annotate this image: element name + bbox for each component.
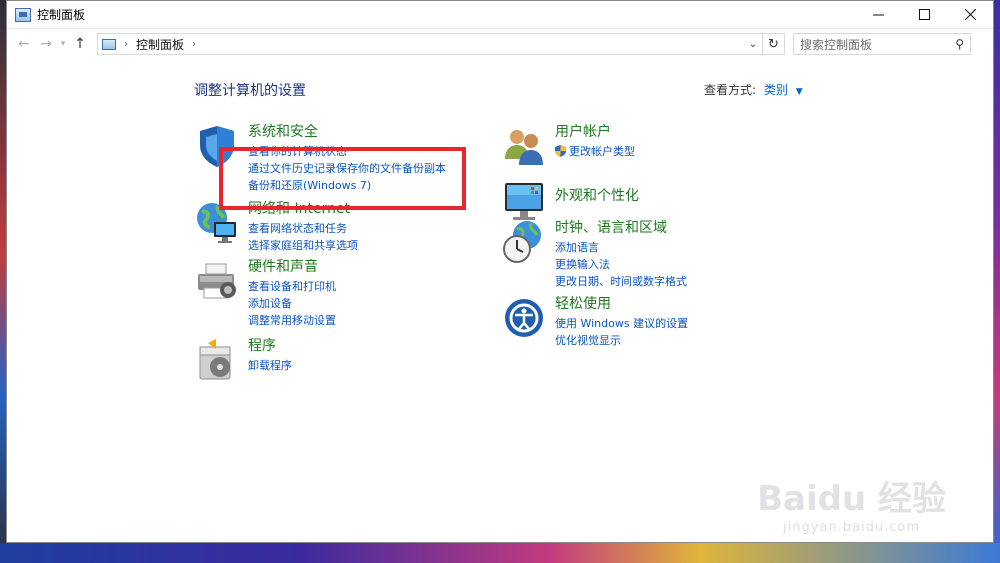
category-title-clock-language-region[interactable]: 时钟、语言和区域 [555, 219, 687, 237]
link-devices-printers[interactable]: 查看设备和打印机 [248, 278, 336, 295]
category-ease-of-access: 轻松使用 使用 Windows 建议的设置 优化视觉显示 [501, 295, 688, 349]
view-mode: 查看方式: 类别 ▼ [704, 81, 803, 98]
title-bar: 控制面板 [7, 1, 993, 29]
uac-shield-icon [555, 145, 566, 157]
link-change-account-type-label: 更改帐户类型 [569, 145, 635, 158]
address-dropdown-icon[interactable]: ⌄ [744, 39, 762, 50]
forward-button[interactable]: → [35, 33, 57, 55]
category-hardware-sound: 硬件和声音 查看设备和打印机 添加设备 调整常用移动设置 [194, 258, 336, 329]
desktop-edge-bottom [0, 543, 1000, 563]
control-panel-window: 控制面板 ← → ▾ ↑ › 控制面板 › ⌄ ↻ 搜索控制面板 ⚲ 调整计算机… [6, 0, 994, 543]
programs-icon [199, 339, 231, 380]
link-computer-status[interactable]: 查看你的计算机状态 [248, 143, 446, 160]
breadcrumb-separator[interactable]: › [192, 39, 196, 50]
address-row: ← → ▾ ↑ › 控制面板 › ⌄ ↻ 搜索控制面板 ⚲ [7, 29, 993, 59]
caret-down-icon[interactable]: ▼ [796, 87, 803, 97]
minimize-icon [872, 14, 884, 16]
category-user-accounts: 用户帐户 更改帐户类型 [501, 123, 635, 169]
link-mobility-settings[interactable]: 调整常用移动设置 [248, 312, 336, 329]
link-file-history[interactable]: 通过文件历史记录保存你的文件备份副本 [248, 160, 446, 177]
breadcrumb-control-panel[interactable]: 控制面板 [136, 36, 184, 53]
breadcrumb-separator: › [124, 38, 128, 50]
link-optimize-visual-display[interactable]: 优化视觉显示 [555, 332, 688, 349]
category-network: 网络和 Internet 查看网络状态和任务 选择家庭组和共享选项 [194, 200, 358, 254]
category-programs: 程序 卸载程序 [194, 337, 292, 383]
link-add-device[interactable]: 添加设备 [248, 295, 336, 312]
arrow-up-icon: ↑ [74, 36, 86, 52]
category-title-ease-of-access[interactable]: 轻松使用 [555, 295, 688, 313]
address-bar[interactable]: › 控制面板 › ⌄ [97, 33, 763, 55]
link-add-language[interactable]: 添加语言 [555, 239, 687, 256]
category-title-system-security[interactable]: 系统和安全 [248, 123, 446, 141]
network-globe-icon [197, 203, 236, 243]
control-panel-icon [102, 38, 116, 50]
watermark-url: jingyan.baidu.com [783, 520, 921, 535]
watermark-logo: Baidu 经验 [757, 479, 946, 519]
refresh-icon: ↻ [768, 36, 779, 52]
view-mode-select[interactable]: 类别 [764, 83, 788, 97]
shield-icon [200, 126, 234, 167]
link-change-account-type[interactable]: 更改帐户类型 [555, 143, 635, 160]
search-icon[interactable]: ⚲ [955, 37, 964, 51]
category-title-hardware-sound[interactable]: 硬件和声音 [248, 258, 336, 276]
arrow-right-icon: → [40, 36, 52, 52]
refresh-button[interactable]: ↻ [763, 33, 785, 55]
category-title-network[interactable]: 网络和 Internet [248, 200, 358, 218]
view-mode-label: 查看方式: [704, 83, 757, 97]
link-backup-restore[interactable]: 备份和还原(Windows 7) [248, 177, 446, 194]
window-title: 控制面板 [37, 8, 86, 22]
recent-locations-button[interactable]: ▾ [57, 33, 69, 55]
category-clock-language-region: 时钟、语言和区域 添加语言 更换输入法 更改日期、时间或数字格式 [501, 219, 687, 290]
minimize-button[interactable] [855, 1, 901, 29]
link-network-status[interactable]: 查看网络状态和任务 [248, 220, 358, 237]
printer-icon [198, 263, 236, 299]
control-panel-icon [15, 7, 31, 22]
link-uninstall-program[interactable]: 卸载程序 [248, 357, 292, 374]
link-windows-recommended-settings[interactable]: 使用 Windows 建议的设置 [555, 315, 688, 332]
search-placeholder: 搜索控制面板 [800, 37, 873, 52]
search-input[interactable]: 搜索控制面板 ⚲ [793, 33, 971, 55]
category-title-user-accounts[interactable]: 用户帐户 [555, 123, 635, 141]
chevron-down-icon: ▾ [60, 39, 66, 49]
link-change-input-method[interactable]: 更换输入法 [555, 256, 687, 273]
users-icon [505, 130, 543, 165]
back-button[interactable]: ← [13, 33, 35, 55]
link-homegroup[interactable]: 选择家庭组和共享选项 [248, 237, 358, 254]
ease-of-access-icon [505, 299, 543, 337]
desktop-edge-right [994, 0, 1000, 563]
up-button[interactable]: ↑ [69, 33, 91, 55]
maximize-icon [918, 9, 930, 20]
category-title-programs[interactable]: 程序 [248, 337, 292, 355]
window-controls [855, 1, 993, 29]
close-icon [964, 9, 976, 20]
clock-globe-icon [503, 221, 541, 263]
link-change-date-time-format[interactable]: 更改日期、时间或数字格式 [555, 273, 687, 290]
category-title-appearance[interactable]: 外观和个性化 [555, 187, 639, 205]
page-title: 调整计算机的设置 [194, 83, 306, 99]
watermark: Baidu 经验 jingyan.baidu.com [757, 471, 946, 535]
close-button[interactable] [947, 1, 993, 29]
maximize-button[interactable] [901, 1, 947, 29]
arrow-left-icon: ← [18, 36, 30, 52]
category-system-security: 系统和安全 查看你的计算机状态 通过文件历史记录保存你的文件备份副本 备份和还原… [194, 123, 446, 194]
